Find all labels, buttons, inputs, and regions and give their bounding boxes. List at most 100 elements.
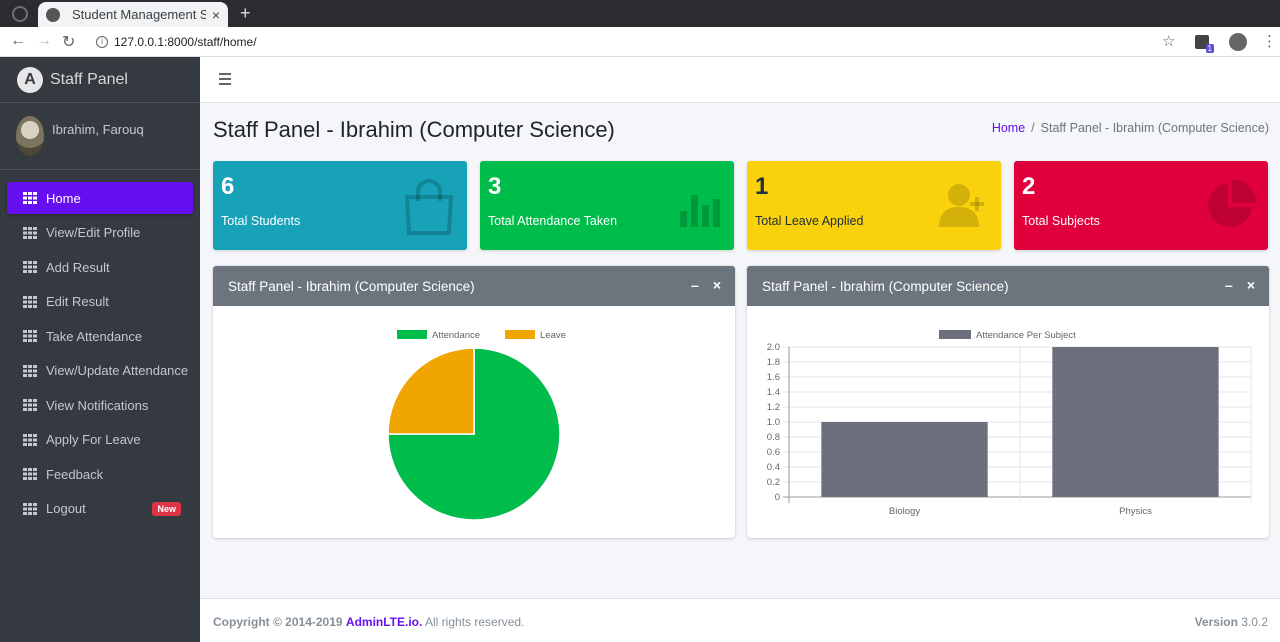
- address-bar: ← → ↻ i 127.0.0.1:8000/staff/home/ ☆ 1 ⋮: [0, 27, 1280, 57]
- back-icon[interactable]: ←: [10, 32, 26, 50]
- user-panel[interactable]: Ibrahim, Farouq: [0, 103, 200, 170]
- stat-box-total-attendance: 3 Total Attendance Taken: [480, 161, 734, 250]
- x-tick-label: Biology: [889, 506, 920, 517]
- grid-icon: [23, 192, 37, 204]
- x-tick-label: Physics: [1119, 506, 1152, 517]
- close-button[interactable]: ×: [713, 277, 721, 293]
- card-header: Staff Panel - Ibrahim (Computer Science)…: [747, 266, 1269, 306]
- legend-swatch: [939, 330, 971, 339]
- tab-title: Student Management Sys: [72, 7, 206, 22]
- url-input[interactable]: i 127.0.0.1:8000/staff/home/: [86, 30, 1186, 54]
- profile-avatar-icon[interactable]: [1229, 33, 1247, 51]
- grid-icon: [23, 433, 37, 446]
- breadcrumb-current: Staff Panel - Ibrahim (Computer Science): [1040, 121, 1269, 135]
- sidebar-item-add-result[interactable]: Add Result: [7, 251, 193, 283]
- bar: [821, 422, 988, 497]
- top-navbar: [200, 57, 1280, 103]
- grid-icon: [23, 226, 37, 239]
- attendance-pie-card: Staff Panel - Ibrahim (Computer Science)…: [213, 266, 735, 538]
- new-tab-button[interactable]: +: [240, 3, 251, 24]
- page-title: Staff Panel - Ibrahim (Computer Science): [213, 117, 615, 142]
- sidebar-item-view-edit-profile[interactable]: View/Edit Profile: [7, 217, 193, 249]
- add-user-icon: [939, 184, 984, 227]
- attendance-bar-chart: Attendance Per Subject 0 0.2 0.4 0.6 0.8 1.0 1.…: [767, 330, 1252, 517]
- attendance-pie-chart: Attendance Leave: [387, 330, 566, 521]
- sidebar-item-label: Edit Result: [46, 294, 109, 309]
- version-label: Version: [1194, 615, 1238, 629]
- breadcrumb-home-link[interactable]: Home: [992, 121, 1025, 135]
- minimize-button[interactable]: –: [1225, 277, 1233, 293]
- bookmark-star-icon[interactable]: ☆: [1162, 32, 1175, 50]
- hamburger-menu-icon[interactable]: [219, 73, 231, 85]
- forward-icon[interactable]: →: [36, 32, 52, 50]
- footer-copyright: Copyright © 2014-2019 AdminLTE.io. All r…: [213, 615, 524, 629]
- sidebar-item-logout[interactable]: Logout New: [7, 493, 193, 525]
- new-badge: New: [152, 501, 181, 516]
- footer: Copyright © 2014-2019 AdminLTE.io. All r…: [200, 598, 1280, 642]
- sidebar-item-home[interactable]: Home: [7, 182, 193, 214]
- stat-value: 3: [488, 173, 502, 200]
- github-icon: [12, 6, 28, 22]
- globe-icon: [46, 7, 60, 22]
- reload-icon[interactable]: ↻: [62, 32, 75, 52]
- sidebar-item-label: Take Attendance: [46, 328, 143, 344]
- stat-label: Total Students: [221, 214, 301, 228]
- card-tools: – ×: [677, 277, 721, 293]
- pie-slice: [387, 347, 475, 435]
- stat-label: Total Attendance Taken: [488, 214, 618, 228]
- sidebar-menu: Home View/Edit Profile Add Result Edit R…: [0, 170, 200, 525]
- footer-version: Version 3.0.2: [1195, 615, 1268, 629]
- adminlte-link[interactable]: AdminLTE.io.: [346, 615, 422, 629]
- legend-label: Leave: [540, 330, 566, 341]
- grid-icon: [23, 468, 37, 480]
- stat-value: 6: [221, 173, 235, 200]
- legend-label: Attendance Per Subject: [976, 330, 1076, 341]
- pie-chart-icon: [1208, 179, 1256, 227]
- breadcrumb-separator: /: [1031, 121, 1035, 135]
- card-title: Staff Panel - Ibrahim (Computer Science): [228, 278, 475, 294]
- browser-menu-icon[interactable]: ⋮: [1262, 32, 1277, 50]
- grid-icon: [23, 261, 37, 273]
- sidebar-item-feedback[interactable]: Feedback: [7, 458, 193, 490]
- sidebar-item-apply-for-leave[interactable]: Apply For Leave: [7, 424, 193, 456]
- sidebar-item-label: Add Result: [46, 259, 110, 275]
- subject-bar-card: Staff Panel - Ibrahim (Computer Science)…: [747, 266, 1269, 538]
- legend-label: Attendance: [432, 330, 480, 341]
- card-header: Staff Panel - Ibrahim (Computer Science)…: [213, 266, 735, 306]
- y-tick-label: 0.4: [767, 462, 780, 473]
- grid-icon: [23, 399, 37, 411]
- brand-link[interactable]: A Staff Panel: [0, 57, 200, 103]
- sidebar-item-label: View/Edit Profile: [46, 225, 141, 240]
- y-tick-label: 1.4: [767, 387, 780, 398]
- extension-icon[interactable]: 1: [1195, 35, 1214, 53]
- browser-tab[interactable]: Student Management Sys ×: [38, 2, 228, 27]
- stat-box-total-leave: 1 Total Leave Applied: [747, 161, 1001, 250]
- user-name[interactable]: Ibrahim, Farouq: [52, 122, 144, 137]
- y-tick-label: 1.6: [767, 372, 780, 383]
- url-text: 127.0.0.1:8000/staff/home/: [114, 35, 257, 49]
- brand-text: Staff Panel: [50, 70, 128, 88]
- tab-close-button[interactable]: ×: [212, 7, 220, 23]
- sidebar-item-view-notifications[interactable]: View Notifications: [7, 389, 193, 421]
- info-icon[interactable]: i: [96, 36, 108, 48]
- y-tick-label: 1.2: [767, 402, 780, 413]
- grid-icon: [23, 330, 37, 342]
- y-tick-label: 1.8: [767, 357, 780, 368]
- stat-value: 1: [755, 173, 769, 200]
- sidebar-item-label: Home: [46, 190, 81, 206]
- sidebar-item-edit-result[interactable]: Edit Result: [7, 286, 193, 318]
- shopping-bag-icon: [404, 179, 454, 235]
- sidebar-item-label: View Notifications: [46, 397, 149, 413]
- extension-badge: 1: [1205, 44, 1214, 53]
- legend-swatch: [397, 330, 427, 339]
- stat-box-total-subjects: 2 Total Subjects: [1014, 161, 1268, 250]
- card-tools: – ×: [1211, 277, 1255, 293]
- browser-tab-bar: Student Management Sys × +: [0, 0, 1280, 27]
- sidebar-item-label: View/Update Attendance: [46, 363, 189, 378]
- sidebar-item-take-attendance[interactable]: Take Attendance: [7, 320, 193, 352]
- sidebar: A Staff Panel Ibrahim, Farouq Home View/…: [0, 57, 200, 642]
- minimize-button[interactable]: –: [691, 277, 699, 293]
- sidebar-item-view-update-attendance[interactable]: View/Update Attendance: [7, 355, 193, 387]
- close-button[interactable]: ×: [1247, 277, 1255, 293]
- bar: [1052, 347, 1219, 497]
